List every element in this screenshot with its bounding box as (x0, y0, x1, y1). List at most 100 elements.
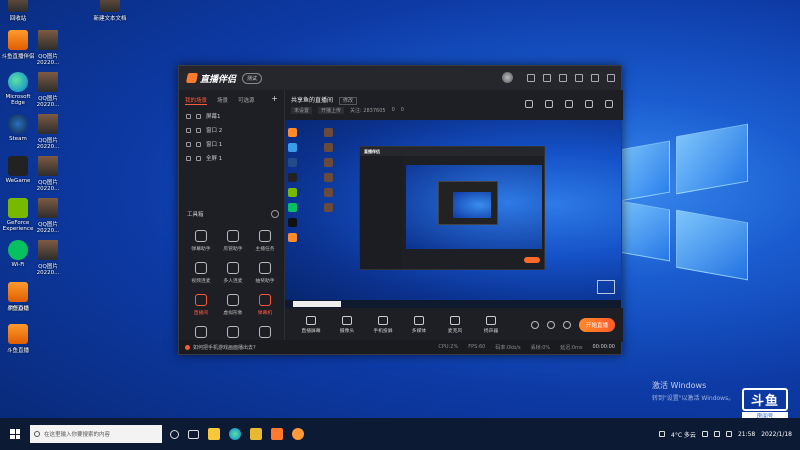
desktop-icon[interactable]: QQ图片20220... (30, 198, 66, 234)
desktop-icon[interactable]: 斗鱼直播 (0, 282, 36, 312)
photo-app-icon (38, 30, 58, 50)
ime-icon[interactable] (725, 431, 732, 437)
stream-preview[interactable]: 直播伴侣 (285, 120, 621, 308)
scene-item[interactable]: 屏幕1 (179, 109, 284, 123)
start-button[interactable] (0, 418, 30, 450)
scene-item[interactable]: 窗口 2 (179, 123, 284, 137)
tool-item[interactable]: 抽奖助手 (249, 262, 281, 284)
scene-item[interactable]: 窗口 1 (179, 137, 284, 151)
start-live-button[interactable]: 开始直播 (578, 318, 615, 332)
desktop-icon[interactable]: QQ图片20220... (30, 72, 66, 108)
stat-item: 延迟:0ms (560, 344, 583, 351)
task-view-icon[interactable] (188, 429, 199, 439)
help-tip[interactable]: 如何把手机游戏画面播出去? (185, 344, 256, 351)
tool-item[interactable]: 多人连麦 (217, 262, 249, 284)
tool-item[interactable]: 房管助手 (217, 230, 249, 252)
bell-icon[interactable] (585, 100, 593, 108)
tool-label: 抽奖助手 (255, 279, 275, 284)
avatar[interactable] (502, 72, 513, 83)
douyu-logo-icon (185, 73, 199, 83)
help-tip-text: 如何把手机游戏画面播出去? (193, 344, 256, 351)
edge-icon[interactable] (229, 428, 241, 440)
room-meta-item: 0 (400, 107, 404, 113)
lock-icon[interactable] (196, 155, 201, 161)
source-button[interactable]: 手机投屏 (365, 316, 401, 334)
gift-icon[interactable] (525, 100, 533, 108)
scene-item[interactable]: 全屏 1 (179, 151, 284, 165)
warning-icon (185, 344, 190, 350)
desktop-icon[interactable]: QQ图片20220... (30, 156, 66, 192)
skin-icon[interactable] (543, 73, 551, 82)
desktop-icon[interactable]: 新建文本文档 (92, 0, 128, 22)
desktop-icon[interactable]: QQ图片20220... (30, 30, 66, 66)
maximize-button[interactable] (591, 73, 599, 82)
orange-app-icon (8, 324, 28, 344)
close-button[interactable] (607, 73, 615, 82)
volume-icon[interactable] (713, 431, 720, 437)
edit-room-button[interactable]: 修改 (338, 97, 357, 105)
source-button[interactable]: 多媒体 (401, 316, 437, 334)
tool-item[interactable]: 直播间 (185, 294, 217, 316)
source-button[interactable]: 麦克风 (437, 316, 473, 334)
camera-toggle-icon[interactable] (530, 321, 539, 329)
eye-icon[interactable] (546, 321, 555, 329)
desktop-icon-label: Steam (9, 136, 27, 142)
live-settings-icon[interactable] (562, 321, 571, 329)
source-label: 扬声器 (483, 329, 499, 334)
layout-icon[interactable] (605, 100, 613, 108)
desktop-icon-label: QQ图片20220... (36, 138, 60, 150)
desktop-icon[interactable]: 回收站 (0, 0, 36, 22)
tool-item[interactable]: 主播任务 (249, 230, 281, 252)
clock-date[interactable]: 2022/1/18 (761, 431, 792, 438)
tool-item[interactable]: 弹幕助手 (185, 230, 217, 252)
tool-item[interactable]: 弹幕机 (249, 294, 281, 316)
lock-icon[interactable] (196, 127, 201, 133)
scene-label: 窗口 1 (206, 142, 223, 148)
source-label: 直播屏幕 (301, 329, 321, 334)
tab-scenes[interactable]: 场景 (217, 96, 228, 105)
add-source-icon[interactable]: + (271, 95, 278, 105)
tool-item[interactable]: 虚拟形象 (217, 294, 249, 316)
taskbar-search[interactable]: 在这里输入你要搜索的内容 (30, 425, 162, 443)
source-button[interactable]: 扬声器 (473, 316, 509, 334)
toolbox-more-icon[interactable] (271, 210, 279, 218)
weather-text[interactable]: 4°C 多云 (671, 430, 696, 439)
tab-sources[interactable]: 可选源 (238, 96, 255, 105)
app-icon[interactable] (250, 428, 262, 440)
room-header: 共享鱼的直播间 修改 未设置 开播上传 关注: 2837605 0 0 (285, 90, 623, 120)
tab-my-scenes[interactable]: 我的场景 (185, 96, 208, 105)
source-icon (342, 316, 352, 325)
settings-icon[interactable] (559, 73, 567, 82)
lock-icon[interactable] (196, 113, 201, 119)
room-meta-item[interactable]: 未设置 (291, 107, 313, 114)
visibility-icon[interactable] (186, 141, 191, 147)
network-icon[interactable] (701, 431, 708, 437)
stat-item: CPU:2% (438, 343, 459, 350)
tool-item[interactable] (185, 326, 217, 341)
douyu-taskbar-icon[interactable] (271, 428, 283, 440)
cortana-icon[interactable] (170, 429, 179, 439)
desktop-icon[interactable]: QQ图片20220... (30, 114, 66, 150)
clock-time[interactable]: 21:58 (738, 431, 755, 438)
stat-item: 丢帧:0% (530, 344, 551, 351)
source-button[interactable]: 直播屏幕 (293, 316, 329, 334)
tool-item[interactable] (217, 326, 249, 341)
douyu-live-taskbar-icon[interactable] (292, 428, 304, 440)
lock-icon[interactable] (196, 141, 201, 147)
room-meta-item[interactable]: 开播上传 (318, 107, 345, 114)
desktop-icon[interactable]: QQ图片20220... (30, 240, 66, 276)
source-label: 手机投屏 (373, 329, 393, 334)
source-button[interactable]: 摄像头 (329, 316, 365, 334)
weather-icon[interactable] (659, 431, 666, 437)
minimize-button[interactable] (575, 73, 583, 82)
visibility-icon[interactable] (186, 155, 191, 161)
message-icon[interactable] (527, 73, 535, 82)
desktop-icon[interactable]: 斗鱼直播 (0, 324, 36, 354)
tool-item[interactable] (249, 326, 281, 341)
record-icon[interactable] (545, 100, 553, 108)
visibility-icon[interactable] (186, 127, 191, 133)
file-explorer-icon[interactable] (208, 428, 220, 440)
share-icon[interactable] (565, 100, 573, 108)
tool-item[interactable]: 视频连麦 (185, 262, 217, 284)
visibility-icon[interactable] (186, 113, 191, 119)
